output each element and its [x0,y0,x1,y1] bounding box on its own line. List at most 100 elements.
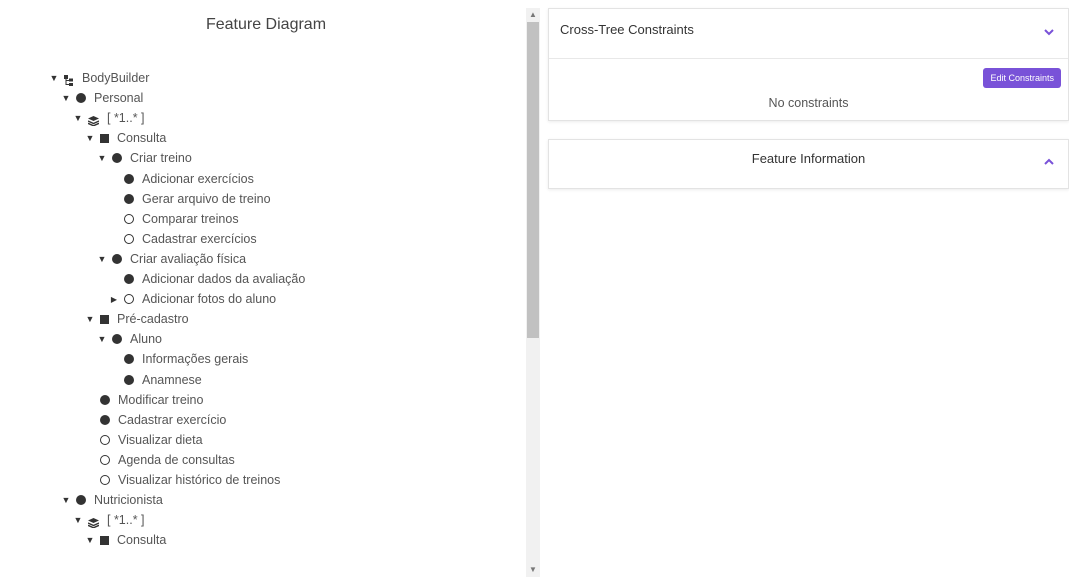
caret-down-icon[interactable] [60,491,72,509]
tree-node[interactable]: BodyBuilder [48,69,149,87]
no-constraints-text: No constraints [768,96,849,110]
tree-node[interactable]: [ *1..* ] [72,511,145,529]
hollow-circle-icon [100,454,110,465]
tree-node-label: Visualizar dieta [118,432,203,447]
tree-node-label: Personal [94,91,144,106]
tree-node[interactable]: Anamnese [120,371,202,389]
tree-node-label: [ *1..* ] [107,513,145,528]
scroll-up-arrow-icon[interactable]: ▲ [526,8,540,22]
tree-node-label: Criar treino [130,151,192,166]
tree-node-label: Pré-cadastro [117,312,189,327]
caret-down-icon[interactable] [96,250,108,268]
scroll-thumb[interactable] [527,22,539,338]
caret-down-icon[interactable] [84,310,96,328]
filled-circle-icon [112,253,122,264]
tree-node[interactable]: Aluno [96,330,162,348]
tree-node[interactable]: Agenda de consultas [96,451,235,469]
filled-circle-icon [124,274,134,284]
tree-icon [64,73,74,86]
hollow-circle-icon [124,294,134,305]
tree-node[interactable]: Comparar treinos [120,210,239,228]
feature-information-card: Feature Information [548,139,1069,189]
tree-node[interactable]: Adicionar dados da avaliação [120,270,305,288]
tree-node[interactable]: Consulta [84,531,166,549]
tree-node-label: Modificar treino [118,392,204,407]
tree-node[interactable]: Visualizar dieta [96,431,203,449]
tree-node[interactable]: Adicionar exercícios [120,170,254,188]
tree-node-label: Visualizar histórico de treinos [118,473,281,487]
tree-node-label: Cadastrar exercício [118,412,227,427]
caret-down-icon[interactable] [72,511,84,529]
tree-node-label: Adicionar dados da avaliação [142,272,306,286]
caret-down-icon[interactable] [48,69,60,87]
tree-node[interactable]: Nutricionista [60,491,163,509]
filled-circle-icon [100,414,110,425]
tree-node-label: Consulta [117,131,167,146]
tree-node[interactable]: Criar avaliação física [96,250,246,268]
square-icon [100,314,109,324]
tree-node[interactable]: [ *1..* ] [72,109,145,127]
tree-node[interactable]: Gerar arquivo de treino [120,190,271,208]
filled-circle-icon [124,193,134,204]
feature-information-title: Feature Information [751,151,866,166]
tree-node[interactable]: Criar treino [96,149,192,167]
panel-title: Feature Diagram [205,16,327,33]
tree-node-label: Cadastrar exercícios [142,231,257,246]
square-icon [100,133,109,143]
caret-down-icon[interactable] [96,149,108,167]
tree-node[interactable]: Cadastrar exercício [96,411,226,429]
scrollbar[interactable]: ▲ ▼ [526,8,540,577]
tree-node[interactable]: Cadastrar exercícios [120,230,257,248]
scroll-down-arrow-icon[interactable]: ▼ [526,563,540,577]
tree-node-label: Anamnese [142,372,202,387]
filled-circle-icon [124,374,134,385]
tree-node-label: Consulta [117,533,167,548]
cross-tree-constraints-card: Cross-Tree Constraints Edit Constraints … [548,8,1069,121]
hollow-circle-icon [100,475,110,485]
filled-circle-icon [100,394,110,405]
tree-node[interactable]: Adicionar fotos do aluno [108,290,276,308]
tree-node[interactable]: Consulta [84,129,166,147]
constraints-header[interactable]: Cross-Tree Constraints [549,9,1068,59]
feature-diagram-panel: Feature Diagram BodyBuilder Personal [ *1.… [8,8,524,577]
tree-node-label: Comparar treinos [142,211,239,226]
caret-down-icon[interactable] [96,330,108,348]
caret-down-icon[interactable] [60,89,72,107]
filled-circle-icon [124,173,134,184]
caret-down-icon[interactable] [72,109,84,127]
caret-down-icon[interactable] [84,129,96,147]
caret-down-icon[interactable] [84,531,96,549]
constraints-title: Cross-Tree Constraints [560,22,694,37]
hollow-circle-icon [124,233,134,244]
hollow-circle-icon [100,434,110,445]
tree-node[interactable]: Personal [60,89,143,107]
tree-node-label: Gerar arquivo de treino [142,191,271,206]
tree-node[interactable]: Visualizar histórico de treinos [96,471,280,489]
filled-circle-icon [76,93,86,104]
tree-node-label: [ *1..* ] [107,111,145,126]
hollow-circle-icon [124,213,134,224]
tree-node[interactable]: Modificar treino [96,391,203,409]
tree-node-label: Aluno [130,332,162,347]
tree-node-label: BodyBuilder [82,71,150,85]
chevron-down-icon[interactable] [1044,27,1054,37]
tree-node-label: Adicionar exercícios [142,171,254,186]
tree-node[interactable]: Pré-cadastro [84,310,189,328]
chevron-up-icon[interactable] [1044,157,1054,167]
layers-icon [87,515,100,529]
tree-node-label: Informações gerais [142,352,249,367]
filled-circle-icon [124,354,134,365]
tree-node-label: Nutricionista [94,493,163,508]
caret-right-icon[interactable] [108,290,120,309]
filled-circle-icon [112,153,122,164]
tree-node[interactable]: Informações gerais [120,350,248,368]
feature-information-header[interactable]: Feature Information [549,140,1068,190]
filled-circle-icon [76,495,86,506]
tree-node-label: Criar avaliação física [130,251,247,266]
edit-constraints-button[interactable]: Edit Constraints [983,68,1061,88]
tree-node-label: Agenda de consultas [118,452,235,467]
square-icon [100,535,109,545]
layers-icon [87,113,100,127]
tree-node-label: Adicionar fotos do aluno [142,292,277,307]
filled-circle-icon [112,334,122,345]
